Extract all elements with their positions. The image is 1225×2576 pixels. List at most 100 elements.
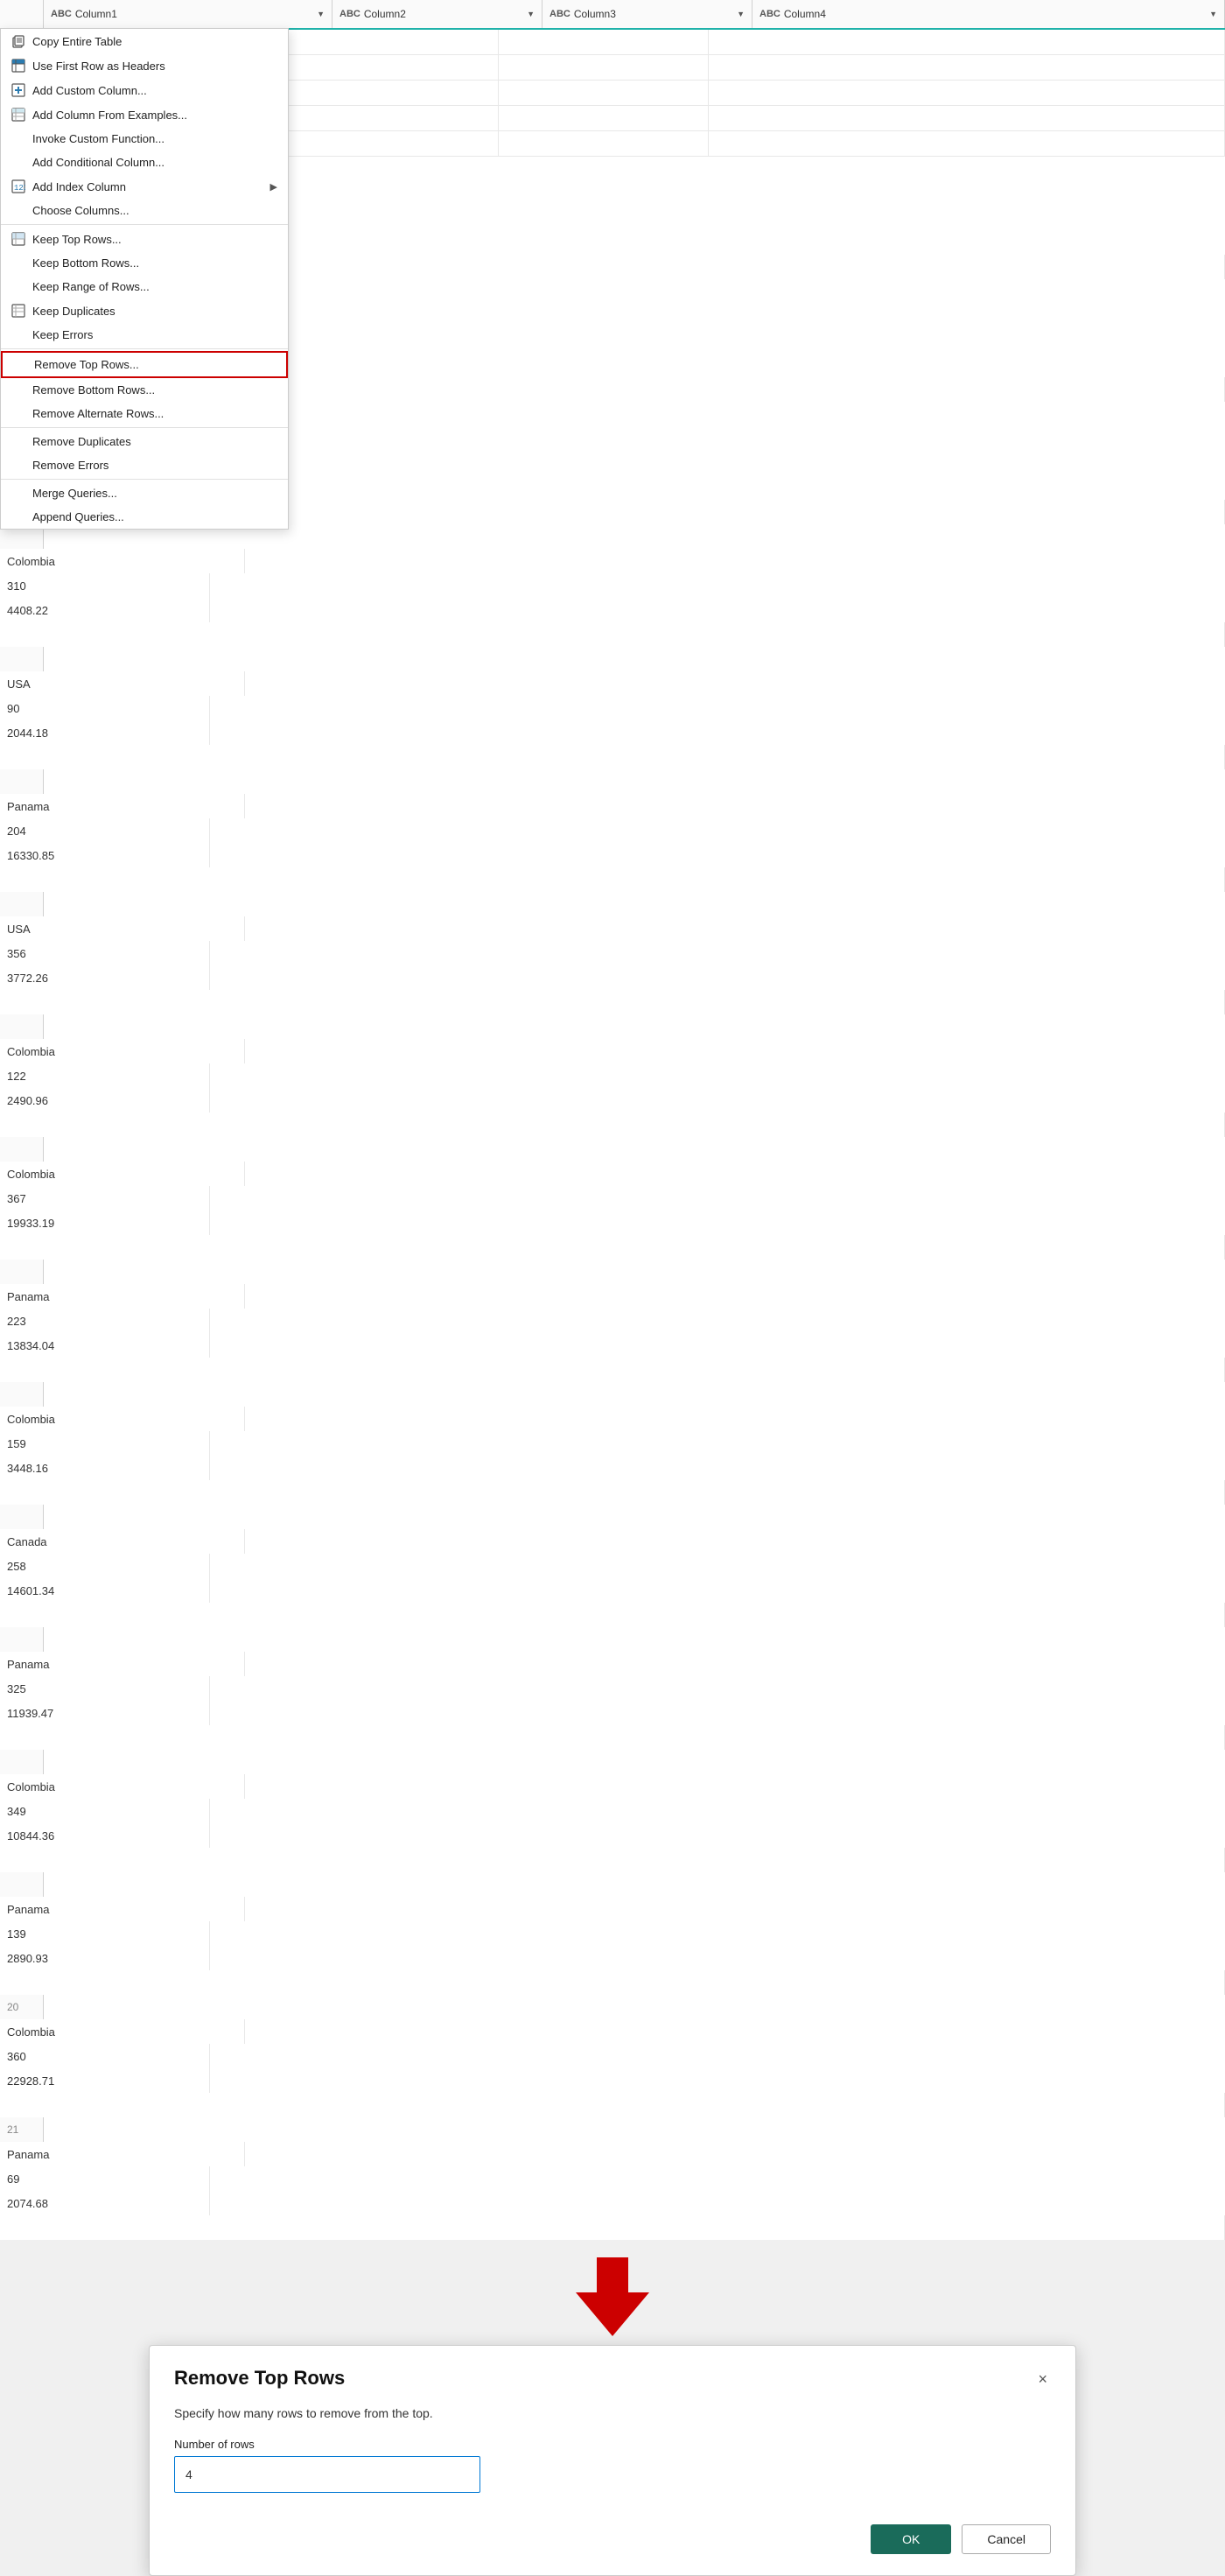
cell-col1: USA	[0, 671, 245, 696]
cell-col1: Colombia	[0, 549, 245, 573]
cell-col1: Colombia	[0, 1407, 245, 1431]
row-num	[0, 1750, 44, 1774]
cell-col1: Colombia	[0, 1039, 245, 1063]
cell-col4	[709, 30, 1225, 54]
cell-col1: Panama	[0, 2142, 245, 2166]
dialog-close-button[interactable]: ×	[1031, 2367, 1054, 2392]
dialog-header: Remove Top Rows ×	[150, 2346, 1075, 2399]
table-row: 20 Colombia 360 22928.71	[0, 1995, 1225, 2117]
table-row: USA 356 3772.26	[0, 892, 1225, 1014]
cell-col3: 2074.68	[0, 2191, 210, 2215]
number-of-rows-input[interactable]	[174, 2456, 480, 2493]
svg-text:123: 123	[14, 184, 25, 193]
cell-col1: Panama	[0, 1897, 245, 1921]
menu-item-use-first-row[interactable]: Use First Row as Headers	[1, 53, 288, 78]
table-row: Panama 204 16330.85	[0, 769, 1225, 892]
arrow-shaft	[597, 2257, 628, 2292]
cell-col2: 349	[0, 1799, 210, 1823]
cell-col2: 204	[0, 818, 210, 843]
menu-item-invoke-custom[interactable]: Invoke Custom Function...	[1, 127, 288, 151]
menu-item-remove-alternate-rows[interactable]: Remove Alternate Rows...	[1, 402, 288, 425]
menu-separator-1	[1, 224, 288, 225]
col4-label: Column4	[784, 8, 826, 20]
row-num	[0, 1014, 44, 1039]
col2-label: Column2	[364, 8, 406, 20]
cell-col2: 159	[0, 1431, 210, 1456]
menu-label-keep-errors: Keep Errors	[32, 328, 93, 341]
menu-label-remove-alternate-rows: Remove Alternate Rows...	[32, 407, 164, 420]
cell-col2: 356	[0, 941, 210, 965]
menu-item-remove-top-rows[interactable]: Remove Top Rows...	[1, 351, 288, 378]
cell-col2: 310	[0, 573, 210, 598]
ok-button[interactable]: OK	[871, 2524, 951, 2554]
col2-dropdown-icon[interactable]: ▼	[520, 10, 535, 18]
menu-item-remove-errors[interactable]: Remove Errors	[1, 453, 288, 477]
menu-item-add-conditional[interactable]: Add Conditional Column...	[1, 151, 288, 174]
cell-col2: 69	[0, 2166, 210, 2191]
menu-item-remove-bottom-rows[interactable]: Remove Bottom Rows...	[1, 378, 288, 402]
cell-col2: 258	[0, 1554, 210, 1578]
menu-item-add-index[interactable]: 123 Add Index Column ▶	[1, 174, 288, 199]
menu-item-add-custom-col[interactable]: Add Custom Column...	[1, 78, 288, 102]
col-header-2[interactable]: ABC Column2 ▼	[332, 0, 542, 28]
cell-col4	[709, 106, 1225, 130]
col1-label: Column1	[75, 8, 117, 20]
cell-col3: 14601.34	[0, 1578, 210, 1603]
table-row: Panama 325 11939.47	[0, 1627, 1225, 1750]
table-row: Colombia 310 4408.22	[0, 524, 1225, 647]
cell-col4	[709, 55, 1225, 80]
cell-col2: 360	[0, 2044, 210, 2068]
cell-col4	[0, 2215, 1225, 2240]
menu-label-keep-range-rows: Keep Range of Rows...	[32, 280, 150, 293]
add-custom-col-icon	[8, 83, 29, 97]
dialog-body: Specify how many rows to remove from the…	[150, 2399, 1075, 2510]
row-num	[0, 1260, 44, 1284]
cell-col4	[709, 81, 1225, 105]
cell-col3: 16330.85	[0, 843, 210, 867]
row-num: 21	[0, 2117, 44, 2142]
menu-item-keep-duplicates[interactable]: Keep Duplicates	[1, 298, 288, 323]
menu-item-merge-queries[interactable]: Merge Queries...	[1, 481, 288, 505]
row-num	[0, 769, 44, 794]
dialog-footer: OK Cancel	[150, 2510, 1075, 2575]
dialog-wrapper: Remove Top Rows × Specify how many rows …	[0, 2345, 1225, 2576]
add-index-icon: 123	[8, 179, 29, 193]
col3-dropdown-icon[interactable]: ▼	[730, 10, 745, 18]
menu-label-append-queries: Append Queries...	[32, 510, 124, 523]
cell-col3: 2490.96	[0, 1088, 210, 1113]
table-row: USA 90 2044.18	[0, 647, 1225, 769]
col4-type-icon: ABC	[760, 9, 780, 19]
col1-dropdown-icon[interactable]: ▼	[310, 10, 325, 18]
menu-item-keep-top-rows[interactable]: Keep Top Rows...	[1, 227, 288, 251]
menu-item-copy-table[interactable]: Copy Entire Table	[1, 29, 288, 53]
col4-dropdown-icon[interactable]: ▼	[1202, 10, 1217, 18]
cell-col1: Colombia	[0, 2019, 245, 2044]
row-num	[0, 1382, 44, 1407]
cell-col4	[0, 1603, 1225, 1627]
menu-item-keep-bottom-rows[interactable]: Keep Bottom Rows...	[1, 251, 288, 275]
cell-col1: Panama	[0, 1652, 245, 1676]
red-arrow-container	[0, 2240, 1225, 2345]
menu-item-remove-duplicates[interactable]: Remove Duplicates	[1, 430, 288, 453]
menu-item-add-col-examples[interactable]: Add Column From Examples...	[1, 102, 288, 127]
cell-col3: 3772.26	[0, 965, 210, 990]
use-first-row-icon	[8, 59, 29, 73]
col-header-4[interactable]: ABC Column4 ▼	[752, 0, 1225, 28]
cell-col4	[0, 1113, 1225, 1137]
menu-item-append-queries[interactable]: Append Queries...	[1, 505, 288, 529]
menu-item-keep-errors[interactable]: Keep Errors	[1, 323, 288, 347]
cell-col2: 223	[0, 1309, 210, 1333]
cell-col2: 122	[0, 1063, 210, 1088]
cell-col1: Panama	[0, 794, 245, 818]
menu-item-choose-cols[interactable]: Choose Columns...	[1, 199, 288, 222]
col-header-3[interactable]: ABC Column3 ▼	[542, 0, 752, 28]
cell-col4	[0, 1235, 1225, 1260]
menu-item-keep-range-rows[interactable]: Keep Range of Rows...	[1, 275, 288, 298]
cell-col1: Colombia	[0, 1162, 245, 1186]
col-header-1[interactable]: ABC Column1 ▼	[44, 0, 332, 28]
cell-col3: 4408.22	[0, 598, 210, 622]
menu-label-invoke-custom: Invoke Custom Function...	[32, 132, 164, 145]
menu-label-remove-duplicates: Remove Duplicates	[32, 435, 131, 448]
cancel-button[interactable]: Cancel	[962, 2524, 1051, 2554]
menu-label-keep-duplicates: Keep Duplicates	[32, 305, 116, 318]
